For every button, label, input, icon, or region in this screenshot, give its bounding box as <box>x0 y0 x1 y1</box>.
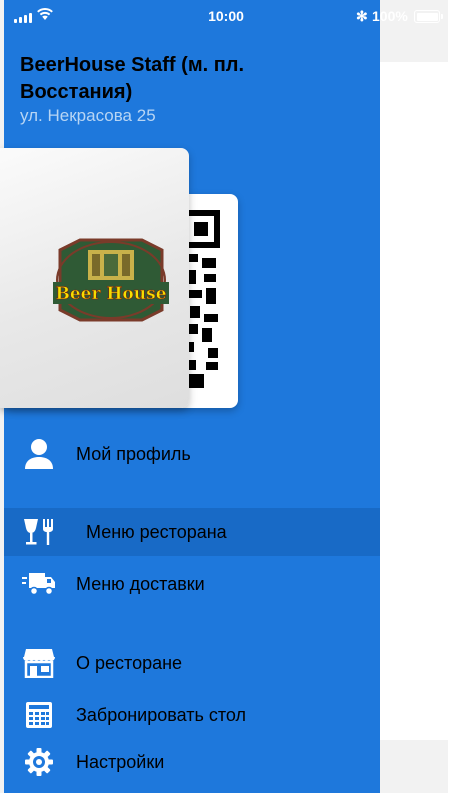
beer-house-logo: Beer House <box>53 238 169 322</box>
menu-item-settings[interactable]: Настройки <box>4 738 380 786</box>
logo-text: Beer House <box>55 284 166 304</box>
menu-item-book-table[interactable]: Забронировать стол <box>4 691 380 739</box>
storefront-icon <box>22 646 56 680</box>
menu-item-label: О ресторане <box>76 652 183 673</box>
calendar-icon <box>22 698 56 732</box>
delivery-truck-icon <box>22 567 56 601</box>
bluetooth-icon: ✻ <box>356 8 368 24</box>
menu-item-restaurant-menu[interactable]: Меню ресторана <box>4 508 380 556</box>
menu-item-label: Мой профиль <box>76 443 191 464</box>
menu-item-delivery-menu[interactable]: Меню доставки <box>4 560 380 608</box>
menu-item-label: Меню ресторана <box>86 521 227 542</box>
restaurant-address: ул. Некрасова 25 <box>20 106 156 125</box>
menu-item-profile[interactable]: Мой профиль <box>4 430 380 478</box>
status-bar: 10:00 ✻ 100% <box>4 0 448 34</box>
user-icon <box>22 437 56 471</box>
menu-item-label: Настройки <box>76 751 165 772</box>
settings-icon <box>22 745 56 779</box>
battery-percent: 100% <box>372 8 408 24</box>
main-content-peek[interactable] <box>380 62 454 740</box>
menu-item-label: Забронировать стол <box>76 704 246 725</box>
menu-item-about[interactable]: О ресторане <box>4 639 380 687</box>
menu-item-label: Меню доставки <box>76 573 205 594</box>
battery-icon <box>414 10 443 23</box>
restaurant-title: BeerHouse Staff (м. пл. Восстания) <box>20 54 245 103</box>
restaurant-icon <box>22 515 56 549</box>
